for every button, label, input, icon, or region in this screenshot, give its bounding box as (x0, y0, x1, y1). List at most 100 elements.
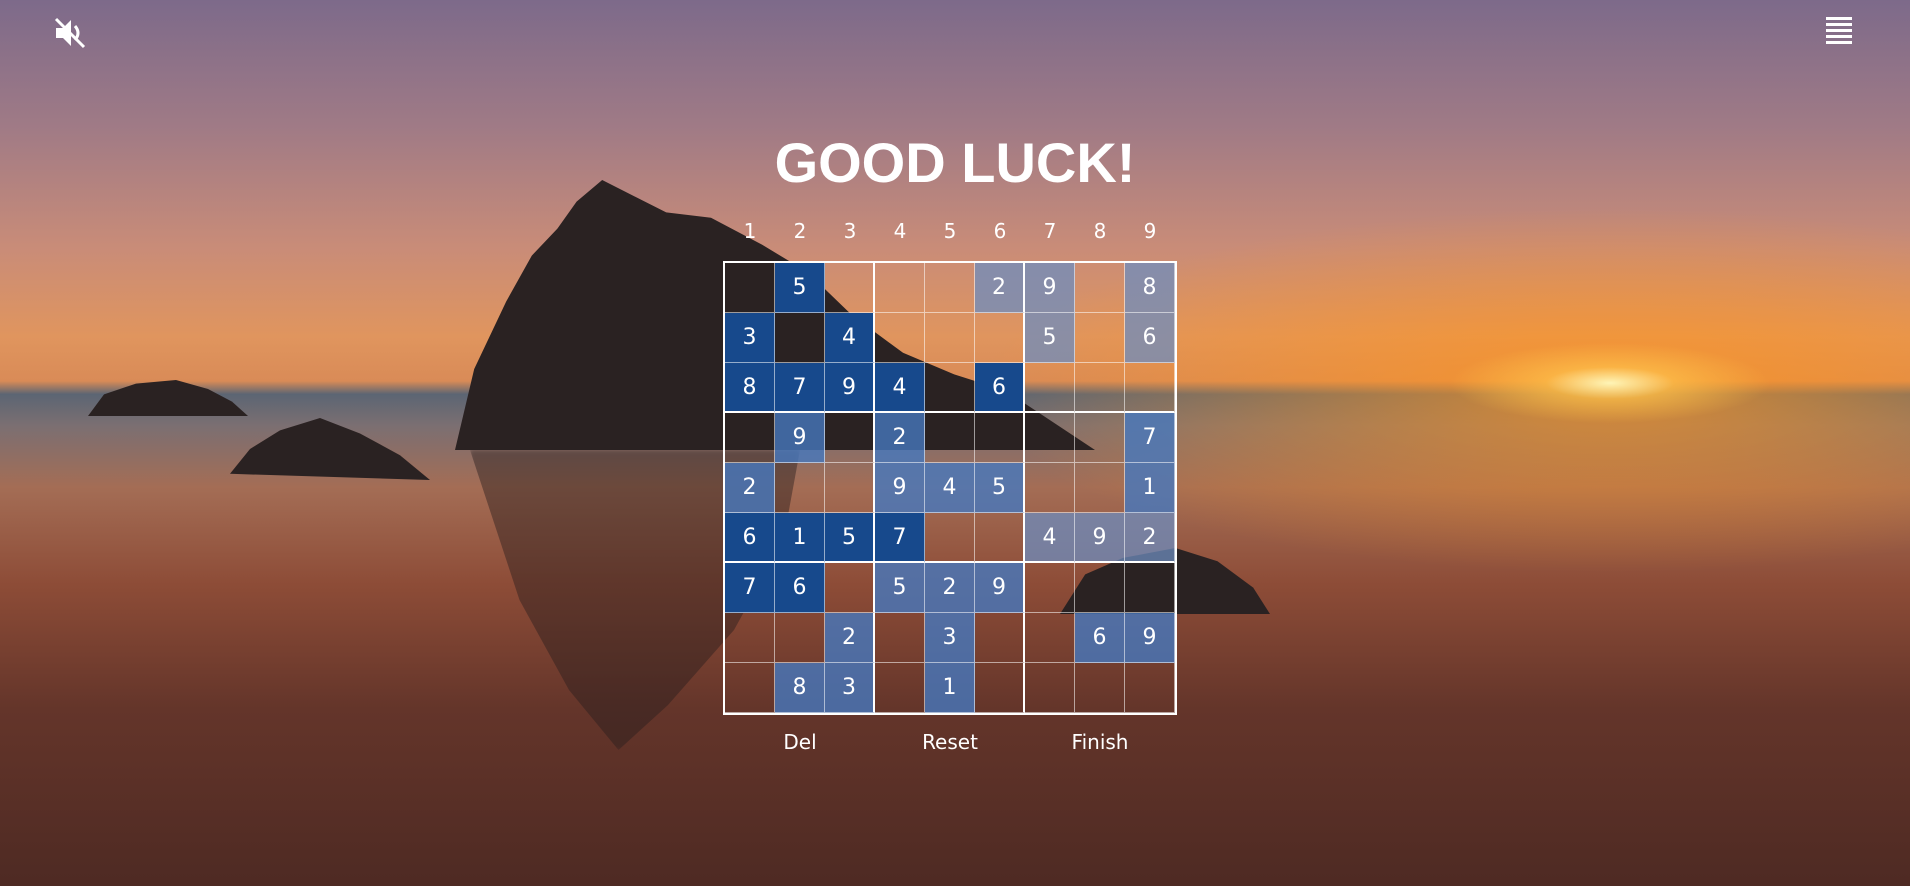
sudoku-cell[interactable] (825, 563, 875, 613)
sudoku-cell[interactable]: 5 (825, 513, 875, 563)
sudoku-cell[interactable] (1075, 463, 1125, 513)
column-labels: 1 2 3 4 5 6 7 8 9 (725, 219, 1175, 243)
sudoku-cell[interactable] (1025, 663, 1075, 713)
sudoku-cell[interactable]: 6 (775, 563, 825, 613)
page-title: GOOD LUCK! (774, 131, 1136, 194)
sudoku-cell[interactable] (1075, 313, 1125, 363)
sudoku-cell[interactable]: 2 (925, 563, 975, 613)
sudoku-cell[interactable]: 9 (775, 413, 825, 463)
sudoku-cell[interactable] (725, 663, 775, 713)
sudoku-cell[interactable]: 3 (925, 613, 975, 663)
sudoku-cell[interactable] (875, 663, 925, 713)
sudoku-cell[interactable]: 5 (975, 463, 1025, 513)
sudoku-cell[interactable] (875, 263, 925, 313)
sudoku-cell[interactable]: 4 (925, 463, 975, 513)
finish-button[interactable]: Finish (1025, 730, 1175, 754)
sudoku-cell[interactable]: 7 (875, 513, 925, 563)
sudoku-cell[interactable] (825, 413, 875, 463)
sudoku-board: 5298345687946927294516157492765292369831 (723, 261, 1177, 715)
sudoku-cell[interactable]: 3 (725, 313, 775, 363)
sudoku-cell[interactable]: 9 (875, 463, 925, 513)
sudoku-cell[interactable]: 7 (775, 363, 825, 413)
sudoku-cell[interactable] (825, 463, 875, 513)
sudoku-cell[interactable]: 9 (975, 563, 1025, 613)
game-controls: Del Reset Finish (725, 730, 1175, 754)
sudoku-cell[interactable] (875, 313, 925, 363)
sudoku-cell[interactable] (775, 313, 825, 363)
sudoku-cell[interactable] (1025, 563, 1075, 613)
sudoku-cell[interactable] (1075, 563, 1125, 613)
sudoku-cell[interactable] (925, 513, 975, 563)
sudoku-cell[interactable]: 9 (1025, 263, 1075, 313)
sudoku-cell[interactable]: 5 (775, 263, 825, 313)
sudoku-cell[interactable]: 1 (925, 663, 975, 713)
sudoku-cell[interactable]: 6 (1075, 613, 1125, 663)
del-button[interactable]: Del (725, 730, 875, 754)
sudoku-cell[interactable]: 6 (975, 363, 1025, 413)
column-label: 7 (1043, 219, 1057, 243)
sudoku-cell[interactable]: 1 (775, 513, 825, 563)
sudoku-cell[interactable] (725, 413, 775, 463)
sudoku-cell[interactable] (1125, 563, 1175, 613)
beach-rock (230, 418, 430, 480)
sudoku-cell[interactable] (825, 263, 875, 313)
sudoku-cell[interactable] (925, 313, 975, 363)
sudoku-cell[interactable]: 6 (725, 513, 775, 563)
sudoku-cell[interactable] (725, 263, 775, 313)
sudoku-cell[interactable] (1075, 663, 1125, 713)
sudoku-cell[interactable]: 3 (825, 663, 875, 713)
column-label: 5 (943, 219, 957, 243)
sudoku-cell[interactable]: 2 (725, 463, 775, 513)
sudoku-cell[interactable]: 2 (975, 263, 1025, 313)
menu-icon[interactable] (1826, 14, 1852, 47)
sudoku-cell[interactable]: 5 (1025, 313, 1075, 363)
sudoku-cell[interactable] (1075, 263, 1125, 313)
sudoku-cell[interactable] (775, 613, 825, 663)
sudoku-cell[interactable] (1075, 363, 1125, 413)
column-label: 6 (993, 219, 1007, 243)
sudoku-cell[interactable]: 9 (1075, 513, 1125, 563)
sudoku-cell[interactable]: 2 (875, 413, 925, 463)
sudoku-cell[interactable] (725, 613, 775, 663)
sudoku-cell[interactable] (1025, 463, 1075, 513)
sudoku-cell[interactable] (775, 463, 825, 513)
sudoku-cell[interactable] (1025, 413, 1075, 463)
column-label: 1 (743, 219, 757, 243)
sudoku-cell[interactable] (925, 263, 975, 313)
sudoku-cell[interactable] (1125, 663, 1175, 713)
sudoku-cell[interactable]: 2 (825, 613, 875, 663)
sudoku-cell[interactable] (975, 663, 1025, 713)
sudoku-cell[interactable]: 6 (1125, 313, 1175, 363)
sudoku-cell[interactable] (875, 613, 925, 663)
column-label: 2 (793, 219, 807, 243)
column-label: 9 (1143, 219, 1157, 243)
sudoku-cell[interactable] (975, 613, 1025, 663)
sudoku-cell[interactable]: 7 (1125, 413, 1175, 463)
sudoku-cell[interactable]: 4 (825, 313, 875, 363)
sudoku-cell[interactable]: 4 (875, 363, 925, 413)
sea-rock-left (88, 380, 248, 416)
sudoku-cell[interactable] (1025, 363, 1075, 413)
sudoku-cell[interactable]: 9 (825, 363, 875, 413)
sudoku-cell[interactable]: 2 (1125, 513, 1175, 563)
sudoku-cell[interactable] (975, 413, 1025, 463)
sudoku-cell[interactable] (925, 413, 975, 463)
sudoku-cell[interactable]: 8 (725, 363, 775, 413)
column-label: 8 (1093, 219, 1107, 243)
sudoku-cell[interactable]: 5 (875, 563, 925, 613)
sudoku-cell[interactable]: 8 (775, 663, 825, 713)
sudoku-cell[interactable] (1025, 613, 1075, 663)
sudoku-cell[interactable] (975, 513, 1025, 563)
sudoku-cell[interactable]: 4 (1025, 513, 1075, 563)
column-label: 3 (843, 219, 857, 243)
sudoku-cell[interactable] (1125, 363, 1175, 413)
reset-button[interactable]: Reset (875, 730, 1025, 754)
sudoku-cell[interactable] (975, 313, 1025, 363)
sudoku-cell[interactable]: 8 (1125, 263, 1175, 313)
sudoku-cell[interactable]: 7 (725, 563, 775, 613)
mute-icon[interactable] (52, 15, 88, 57)
sudoku-cell[interactable]: 1 (1125, 463, 1175, 513)
sudoku-cell[interactable]: 9 (1125, 613, 1175, 663)
sudoku-cell[interactable] (1075, 413, 1125, 463)
sudoku-cell[interactable] (925, 363, 975, 413)
